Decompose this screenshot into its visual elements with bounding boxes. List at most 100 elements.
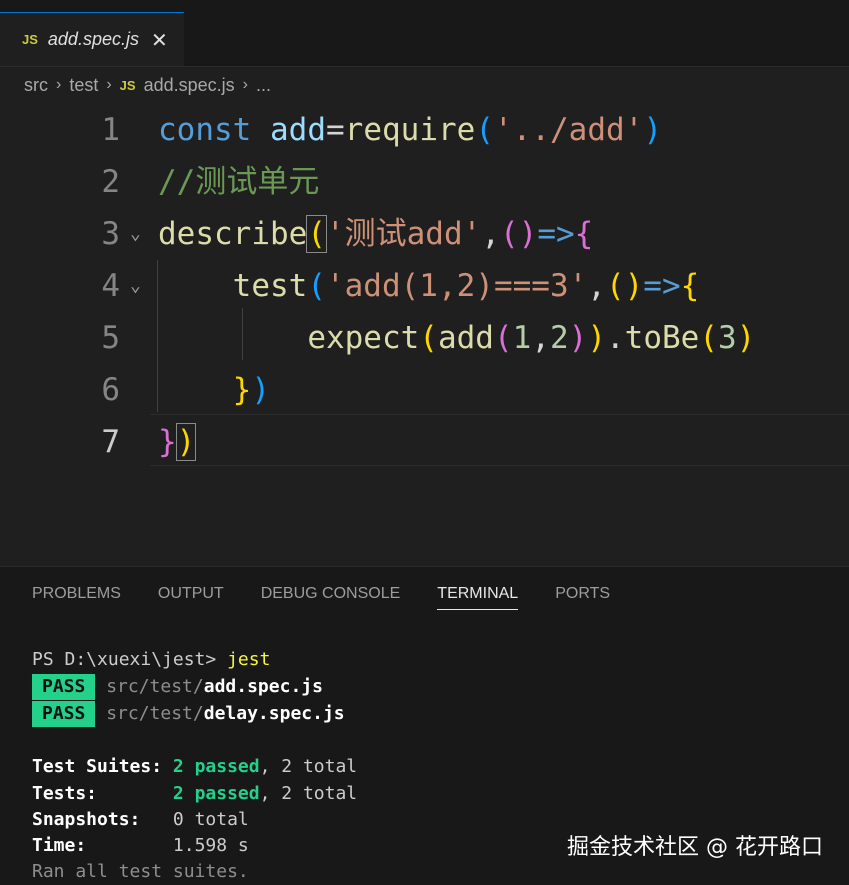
summary-rest: , 2 total (259, 756, 358, 777)
tab-debug-console[interactable]: DEBUG CONSOLE (261, 585, 401, 610)
code-token: 3 (718, 320, 737, 356)
code-text: const add=require('../add') (158, 104, 662, 156)
terminal-prompt-line: PS D:\xuexi\jest> jest (32, 647, 270, 673)
tab-ports[interactable]: PORTS (555, 585, 610, 610)
code-token: () (605, 268, 644, 304)
code-editor[interactable]: 1 const add=require('../add') 2 //测试单元 3… (0, 104, 849, 564)
bottom-panel: PROBLEMS OUTPUT DEBUG CONSOLE TERMINAL P… (0, 566, 849, 885)
code-token: ( (419, 320, 438, 356)
summary-footer: Ran all test suites. (32, 861, 249, 882)
summary-label: Tests: (32, 783, 173, 804)
code-token: //测试单元 (158, 164, 320, 200)
line-number: 7 (101, 424, 120, 460)
terminal-prompt: PS D:\xuexi\jest> (32, 649, 228, 670)
code-token: ) (643, 112, 662, 148)
breadcrumb-item-src[interactable]: src (24, 75, 48, 96)
line-number: 4 (101, 268, 120, 304)
result-file: delay.spec.js (203, 703, 345, 724)
pass-badge: PASS (32, 674, 96, 700)
code-token: ) (736, 320, 756, 356)
tab-problems[interactable]: PROBLEMS (32, 585, 121, 610)
summary-passed: 2 passed (172, 756, 260, 777)
tab-terminal[interactable]: TERMINAL (437, 585, 519, 610)
code-token: '../add' (494, 112, 644, 148)
result-path: src/test/ (106, 676, 204, 697)
code-line[interactable]: 5 expect(add(1,2)).toBe(3) (0, 312, 849, 364)
code-line[interactable]: 3 ⌄ describe('测试add',()=>{ (0, 208, 849, 260)
code-token: ) (251, 372, 270, 408)
javascript-file-icon: JS (22, 32, 38, 47)
code-token: () (499, 216, 538, 252)
chevron-down-icon[interactable]: ⌄ (130, 260, 141, 312)
line-number: 5 (101, 320, 120, 356)
summary-rest: 0 total (172, 809, 249, 830)
code-text: test('add(1,2)===3',()=>{ (158, 260, 700, 312)
code-token: ( (307, 268, 326, 304)
code-text: //测试单元 (158, 156, 319, 208)
code-token: , (587, 268, 606, 304)
test-result-row: PASS src/test/add.spec.js (32, 674, 323, 700)
code-line[interactable]: 1 const add=require('../add') (0, 104, 849, 156)
breadcrumb-item-test[interactable]: test (69, 75, 98, 96)
code-token: { (680, 268, 700, 304)
code-token: . (606, 320, 625, 356)
javascript-file-icon: JS (119, 77, 136, 93)
code-token: 1 (512, 320, 532, 356)
code-text: }) (158, 364, 270, 416)
close-icon[interactable]: ✕ (151, 28, 168, 52)
test-result-row: PASS src/test/delay.spec.js (32, 701, 345, 727)
terminal-command: jest (227, 649, 271, 670)
code-token: toBe (624, 320, 700, 356)
code-token: ( (699, 320, 718, 356)
breadcrumb-item-file[interactable]: add.spec.js (144, 75, 235, 96)
breadcrumb: src › test › JS add.spec.js › ... (24, 70, 271, 100)
code-token: ( (306, 215, 327, 253)
code-token: , (531, 320, 550, 356)
code-token: ) (568, 320, 588, 356)
code-token: require (344, 112, 476, 148)
tab-add-spec[interactable]: JS add.spec.js ✕ (0, 12, 184, 66)
tab-output[interactable]: OUTPUT (158, 585, 224, 610)
chevron-down-icon[interactable]: ⌄ (130, 208, 141, 260)
code-line[interactable]: 2 //测试单元 (0, 156, 849, 208)
chevron-right-icon: › (106, 76, 112, 93)
result-path: src/test/ (106, 703, 204, 724)
summary-row: Test Suites: 2 passed, 2 total (32, 754, 357, 780)
code-line[interactable]: 6 }) (0, 364, 849, 416)
code-line-current[interactable]: 7 }) (0, 416, 849, 468)
pass-badge: PASS (32, 701, 96, 727)
result-file: add.spec.js (203, 676, 323, 697)
breadcrumb-item-more[interactable]: ... (256, 75, 271, 96)
summary-row: Snapshots: 0 total (32, 807, 249, 833)
code-line[interactable]: 4 ⌄ test('add(1,2)===3',()=>{ (0, 260, 849, 312)
code-token: const (158, 112, 252, 148)
summary-row: Time: 1.598 s (32, 833, 249, 859)
summary-rest: 1.598 s (172, 835, 249, 856)
code-token: ( (475, 112, 494, 148)
tab-label: add.spec.js (47, 29, 139, 49)
summary-label: Test Suites: (32, 756, 173, 777)
tab-bar: JS add.spec.js ✕ (0, 12, 849, 67)
code-token: = (326, 112, 345, 148)
line-number: 2 (101, 164, 120, 200)
summary-row: Tests: 2 passed, 2 total (32, 781, 357, 807)
code-token: ( (493, 320, 513, 356)
code-token: => (643, 268, 681, 304)
code-token: } (158, 424, 177, 460)
chevron-right-icon: › (242, 76, 248, 93)
code-text: expect(add(1,2)).toBe(3) (158, 312, 755, 364)
code-token: add (270, 112, 326, 148)
chevron-right-icon: › (56, 76, 62, 93)
code-token: 'add(1,2)===3' (325, 268, 588, 304)
summary-rest: , 2 total (259, 783, 358, 804)
line-number: 3 (101, 216, 120, 252)
code-token: '测试add' (325, 216, 482, 252)
code-token: add (437, 320, 494, 356)
code-token: { (574, 216, 594, 252)
code-token: expect (307, 320, 420, 356)
code-token: ) (587, 320, 606, 356)
summary-label: Snapshots: (32, 809, 173, 830)
